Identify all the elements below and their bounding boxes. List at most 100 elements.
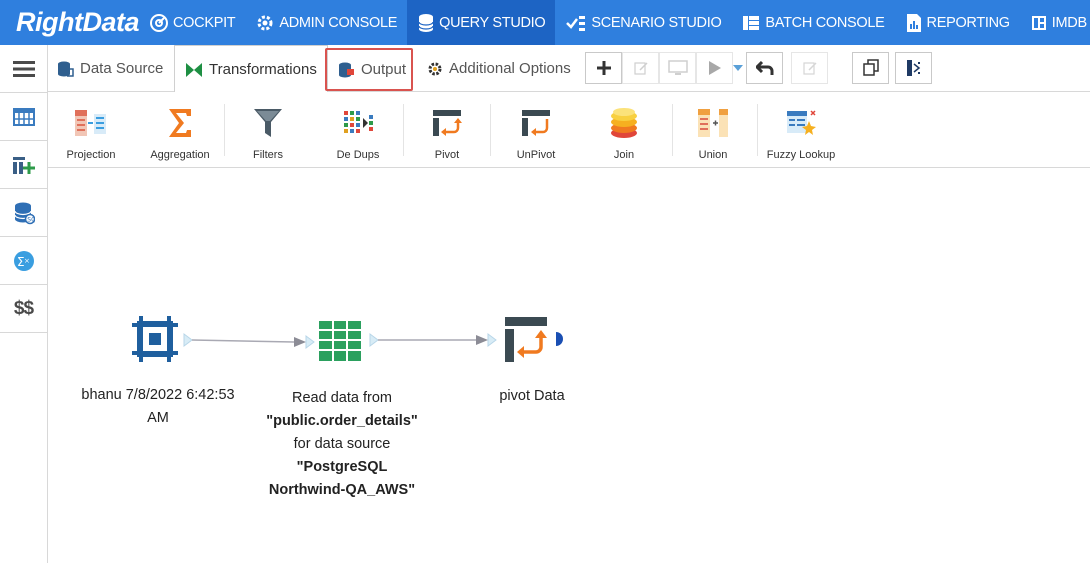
nav-imdb[interactable]: IMDB [1020, 0, 1090, 45]
sidebar-item-formula[interactable]: Σ × [0, 237, 47, 285]
database-icon [418, 13, 434, 32]
union-icon [698, 109, 728, 137]
tool-fuzzy-lookup[interactable]: Fuzzy Lookup [764, 92, 838, 168]
transformation-toolbar: Projection Aggregation Filters De Dups P… [48, 92, 1090, 168]
pivot-node-line1: pivot Data [499, 388, 565, 404]
tool-pivot[interactable]: Pivot [423, 92, 471, 168]
nav-query-studio[interactable]: QUERY STUDIO [407, 0, 556, 45]
tool-aggregation[interactable]: Aggregation [146, 92, 214, 168]
nav-query-studio-label: QUERY STUDIO [439, 14, 546, 31]
rightdata-logo[interactable]: RightData [0, 0, 140, 45]
run-button[interactable] [696, 52, 733, 84]
tool-filters-label: Filters [253, 149, 283, 161]
tab-data-source-label: Data Source [80, 60, 164, 77]
read-node-line1: Read data from [292, 390, 392, 406]
tab-data-source[interactable]: Data Source [56, 45, 163, 92]
report-icon [906, 13, 921, 32]
cockpit-icon [150, 13, 168, 32]
undo-icon [755, 60, 773, 75]
nav-batch-console[interactable]: BATCH CONSOLE [731, 0, 894, 45]
table-node-icon[interactable] [318, 320, 362, 362]
left-sidebar: SQ Σ × $$ [0, 45, 48, 563]
source-node-label: bhanu 7/8/2022 6:42:53 AM [72, 384, 244, 430]
database-query-icon: SQ [13, 202, 35, 224]
nav-admin-console[interactable]: ADMIN CONSOLE [245, 0, 407, 45]
tab-output[interactable]: Output [325, 48, 413, 91]
sidebar-item-database-query[interactable]: SQ [0, 189, 47, 237]
nav-cockpit-label: COCKPIT [173, 14, 236, 31]
toolbar-divider [403, 104, 404, 156]
play-icon [708, 61, 721, 75]
tool-de-dups-label: De Dups [336, 149, 380, 161]
layout-icon [906, 60, 920, 76]
gear-icon [257, 15, 273, 30]
nav-reporting-label: REPORTING [926, 14, 1011, 31]
undo-button[interactable] [746, 52, 783, 84]
tool-de-dups[interactable]: De Dups [330, 92, 386, 168]
read-node-source-line1: "PostgreSQL [296, 459, 388, 475]
svg-text:SQ: SQ [27, 216, 35, 223]
edit-button[interactable] [622, 52, 659, 84]
preview-button[interactable] [659, 52, 696, 84]
top-navigation-bar: RightData COCKPIT ADMIN CONSOLE QUERY ST… [0, 0, 1090, 45]
workflow-canvas[interactable]: bhanu 7/8/2022 6:42:53 AM Read data from… [48, 168, 1090, 563]
run-options-dropdown[interactable] [730, 52, 746, 84]
copy-icon [862, 59, 879, 76]
fuzzy-lookup-icon [787, 110, 816, 135]
tool-unpivot[interactable]: UnPivot [508, 92, 564, 168]
add-table-icon [12, 156, 35, 174]
nav-scenario-studio-label: SCENARIO STUDIO [591, 14, 722, 31]
nav-imdb-label: IMDB [1051, 14, 1087, 31]
tool-filters[interactable]: Filters [243, 92, 293, 168]
tool-projection[interactable]: Projection [60, 92, 122, 168]
add-button[interactable] [585, 52, 622, 84]
tool-union-label: Union [698, 149, 728, 161]
source-node-line1: bhanu 7/8/2022 6:42:53 [81, 387, 235, 403]
layout-button[interactable] [895, 52, 932, 84]
tool-aggregation-label: Aggregation [150, 149, 210, 161]
sidebar-item-table[interactable] [0, 93, 47, 141]
caret-down-icon [733, 65, 743, 71]
notes-button[interactable] [791, 52, 828, 84]
source-node-icon[interactable] [132, 316, 178, 362]
read-node-line3: for data source [293, 436, 391, 452]
hamburger-icon [12, 60, 35, 77]
toolbar-divider [672, 104, 673, 156]
tool-fuzzy-lookup-label: Fuzzy Lookup [766, 149, 836, 161]
join-icon [611, 108, 637, 138]
sidebar-item-add-table[interactable] [0, 141, 47, 189]
transformations-icon [186, 62, 202, 77]
toolbar-divider [490, 104, 491, 156]
tab-transformations-label: Transformations [209, 61, 317, 78]
tab-additional-options-label: Additional Options [449, 60, 571, 77]
tab-additional-options[interactable]: Additional Options [427, 45, 571, 92]
pivot-node-icon[interactable] [504, 316, 566, 364]
imdb-icon [1031, 15, 1046, 30]
nav-reporting[interactable]: REPORTING [895, 0, 1020, 45]
tab-transformations[interactable]: Transformations [174, 45, 328, 93]
scenario-icon [566, 15, 586, 31]
gear-icon [428, 62, 442, 75]
copy-button[interactable] [852, 52, 889, 84]
plus-icon [596, 61, 611, 75]
workflow-connectors [183, 333, 497, 349]
edit-icon [633, 62, 648, 75]
tool-join-label: Join [613, 149, 635, 161]
nav-admin-console-label: ADMIN CONSOLE [279, 14, 398, 31]
sidebar-menu-toggle[interactable] [0, 45, 47, 93]
source-node-line2: AM [147, 410, 169, 426]
sidebar-item-variables[interactable]: $$ [0, 285, 47, 333]
tab-output-label: Output [361, 61, 407, 78]
nav-cockpit[interactable]: COCKPIT [139, 0, 245, 45]
tool-join[interactable]: Join [604, 92, 644, 168]
nav-scenario-studio[interactable]: SCENARIO STUDIO [555, 0, 731, 45]
output-icon [339, 62, 354, 77]
filter-icon [254, 109, 282, 137]
tool-pivot-label: Pivot [434, 149, 460, 161]
sigma-icon [169, 109, 191, 137]
toolbar-divider [757, 104, 758, 156]
tool-union[interactable]: Union [690, 92, 736, 168]
tool-unpivot-label: UnPivot [516, 149, 556, 161]
formula-icon: Σ × [13, 250, 34, 271]
read-node-source-line2: Northwind-QA_AWS" [268, 482, 416, 498]
